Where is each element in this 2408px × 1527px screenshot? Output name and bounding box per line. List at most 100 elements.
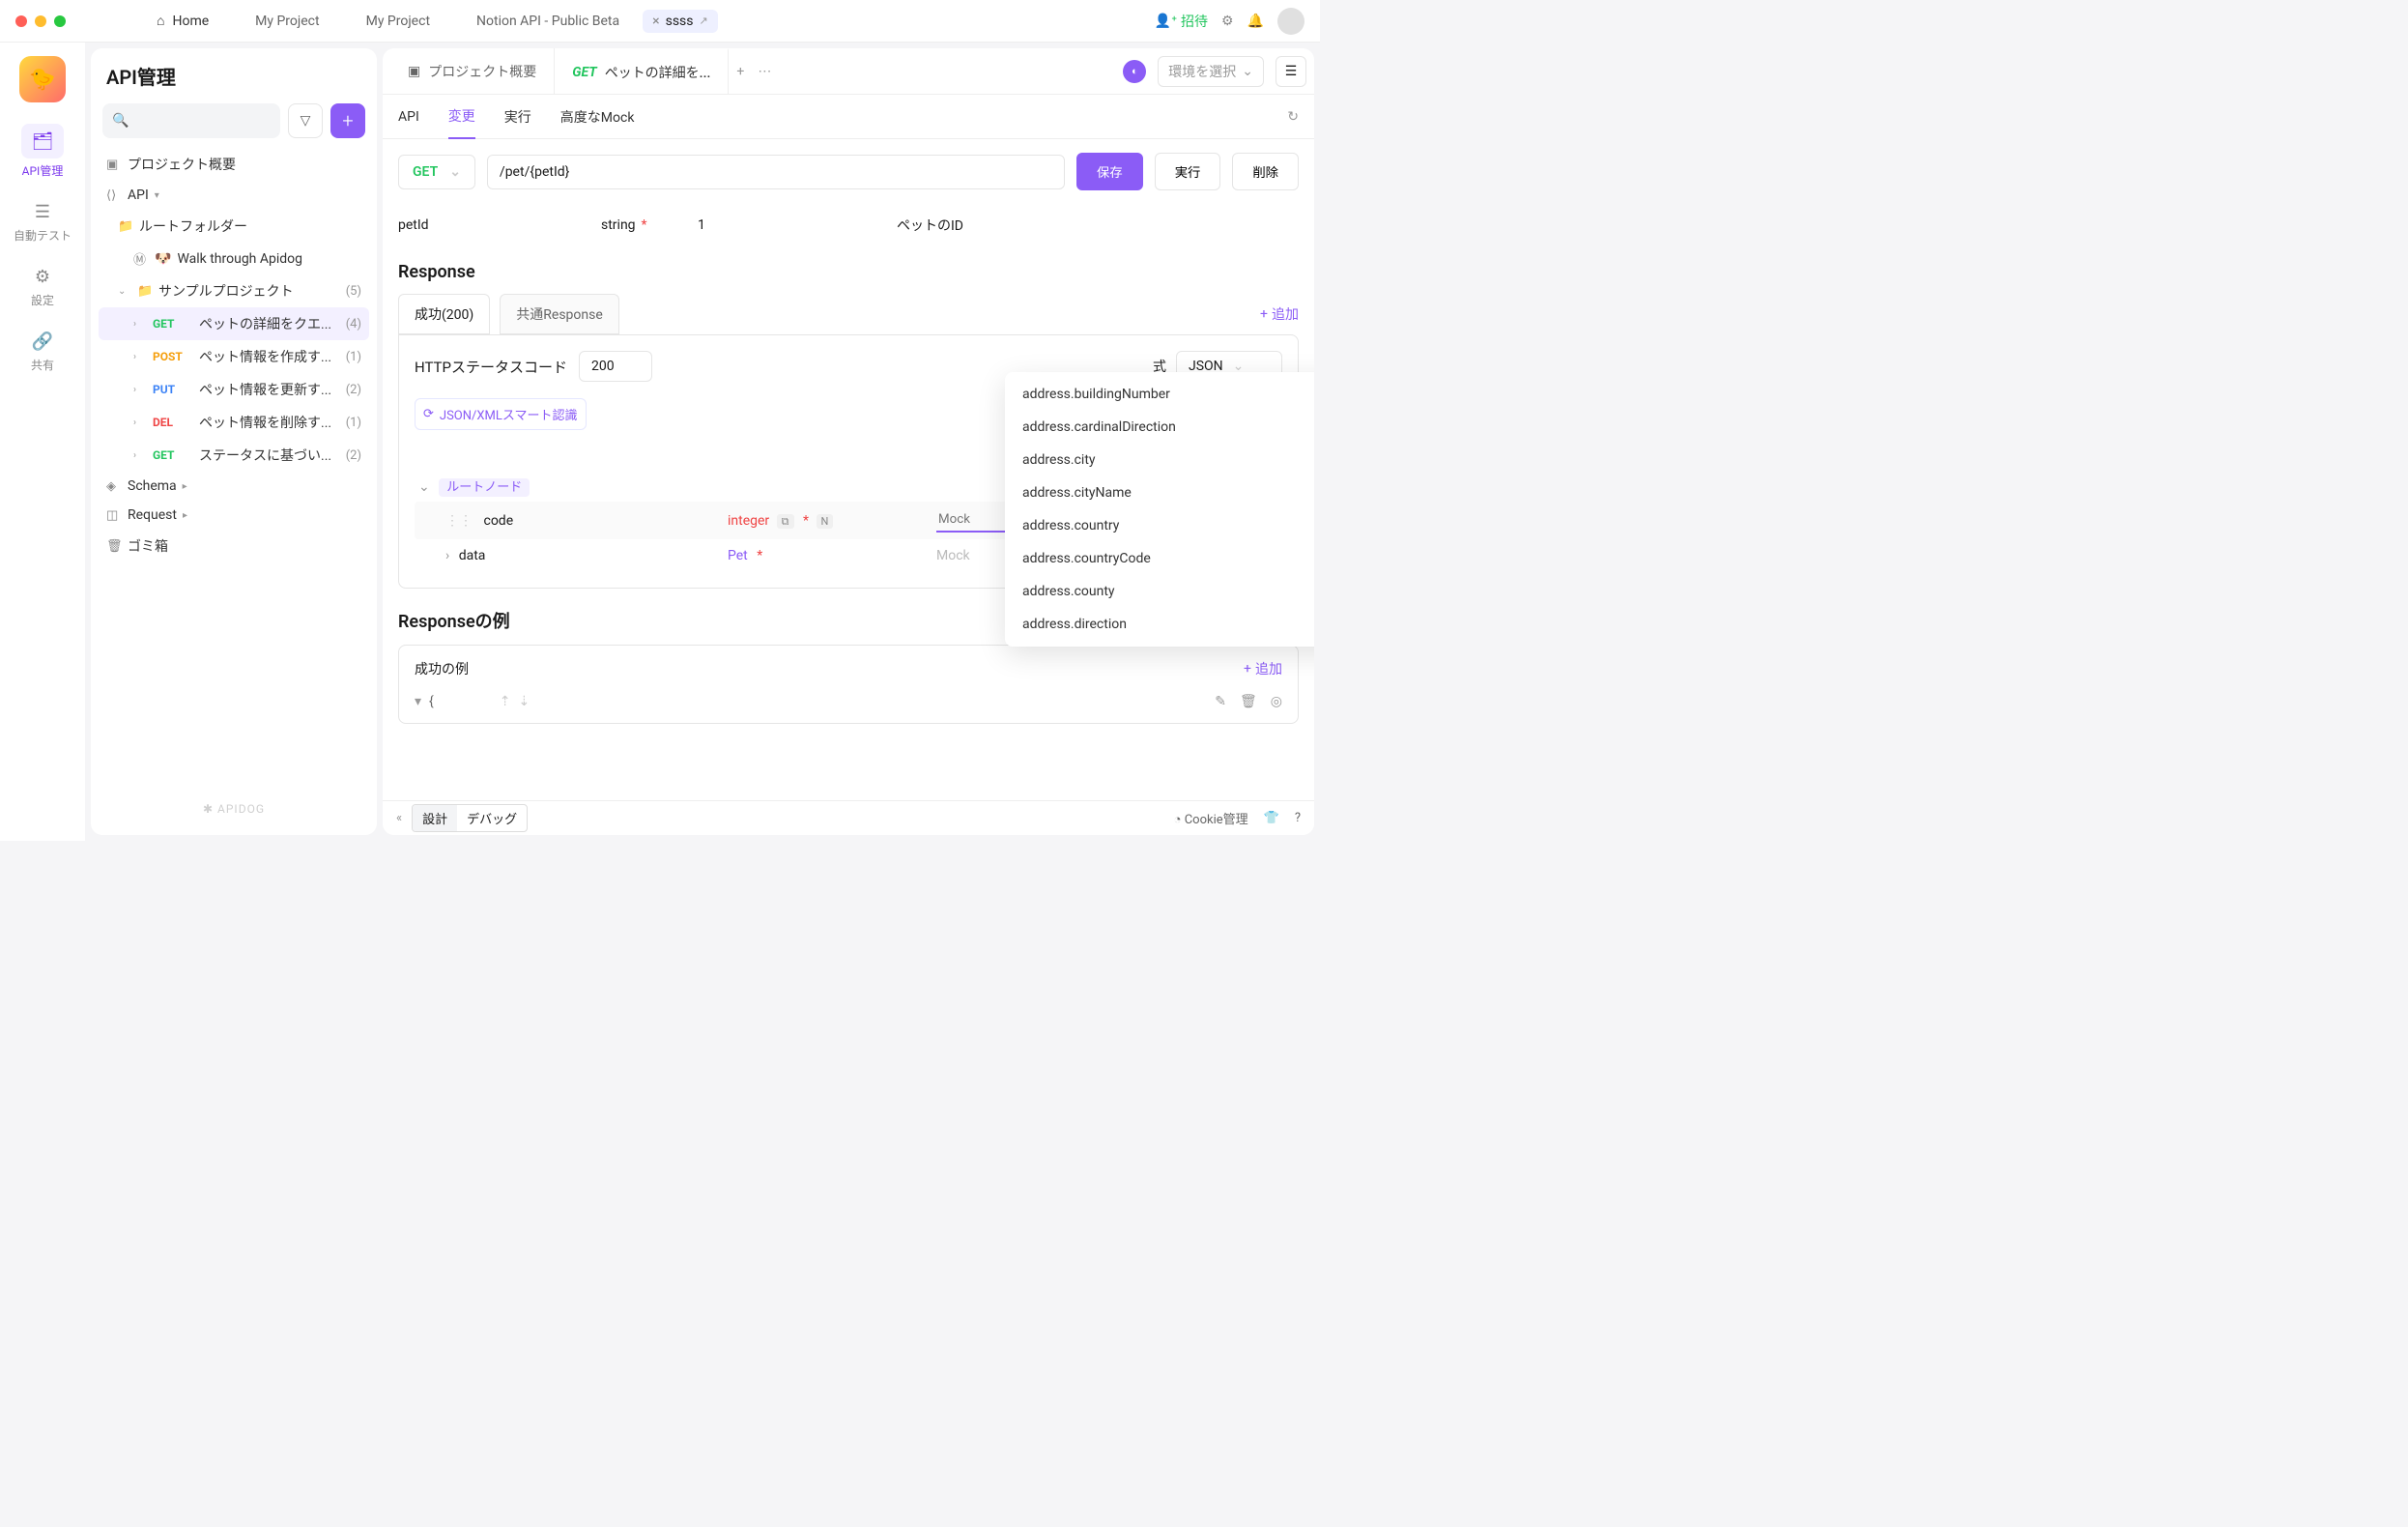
param-sample[interactable]: 1	[698, 217, 897, 233]
collapse-panel-icon[interactable]: «	[396, 811, 402, 825]
param-type[interactable]: string*	[601, 217, 698, 233]
chevron-down-icon[interactable]: ⌄	[118, 286, 131, 297]
tree-endpoint-post-pet[interactable]: › POST ペット情報を作成す... (1)	[99, 340, 369, 373]
filter-button[interactable]: ▽	[288, 103, 323, 138]
autocomplete-item[interactable]: address.countyCounty	[1005, 575, 1314, 608]
sub-tab-mock[interactable]: 高度なMock	[560, 96, 635, 138]
env-select[interactable]: 環境を選択 ⌄	[1158, 56, 1264, 87]
status-code-select[interactable]: 200	[579, 351, 652, 382]
resp-tab-common[interactable]: 共通Response	[500, 294, 619, 334]
chevron-right-icon[interactable]: ›	[133, 385, 147, 395]
rail-share[interactable]: 🔗 共有	[31, 330, 54, 373]
add-response-button[interactable]: + 追加	[1260, 304, 1299, 324]
close-window-button[interactable]	[15, 15, 27, 27]
avatar[interactable]	[1277, 8, 1304, 35]
bell-icon[interactable]: 🔔	[1247, 14, 1264, 29]
tree-request[interactable]: ◫ Request ▸	[99, 501, 369, 530]
help-icon[interactable]: ?	[1295, 811, 1301, 825]
smart-detect-button[interactable]: ⟳ JSON/XMLスマート認識	[415, 398, 587, 430]
add-button[interactable]: +	[330, 103, 365, 138]
chevron-right-icon[interactable]: ›	[133, 418, 147, 428]
save-button[interactable]: 保存	[1076, 153, 1143, 190]
param-name[interactable]: petId	[398, 217, 601, 233]
autocomplete-item[interactable]: address.directionDirection	[1005, 608, 1314, 641]
endpoint-count: (1)	[346, 416, 361, 430]
tree-api-root[interactable]: ⟨⟩ API ▾	[99, 181, 369, 210]
title-tabs: ⌂ Home My Project My Project Notion API …	[133, 7, 1155, 35]
doc-tab-overview[interactable]: ▣ プロジェクト概要	[390, 48, 555, 94]
edit-icon[interactable]: ✎	[1215, 694, 1226, 709]
hamburger-button[interactable]: ☰	[1276, 56, 1306, 87]
tree-endpoint-get-pet[interactable]: › GET ペットの詳細をクエ... (4)	[99, 307, 369, 340]
rail-autotest[interactable]: ☰ 自動テスト	[14, 200, 72, 244]
chevron-right-icon[interactable]: ›	[445, 548, 449, 563]
invite-button[interactable]: 👤⁺ 招待	[1155, 12, 1208, 31]
run-button[interactable]: 実行	[1155, 153, 1221, 190]
tree-overview[interactable]: ▣ プロジェクト概要	[99, 148, 369, 181]
project-tab-3[interactable]: Notion API - Public Beta	[453, 8, 643, 35]
method-select[interactable]: GET ⌄	[398, 155, 475, 189]
doc-tab-endpoint[interactable]: GET ペットの詳細を...	[555, 48, 729, 94]
trash-icon[interactable]: 🗑	[1240, 694, 1257, 709]
mode-design[interactable]: 設計	[413, 805, 457, 831]
autocomplete-item[interactable]: address.countryCountry	[1005, 509, 1314, 542]
autocomplete-item[interactable]: address.cityNameCity Name	[1005, 476, 1314, 509]
maximize-window-button[interactable]	[54, 15, 66, 27]
tree-endpoint-get-status[interactable]: › GET ステータスに基づい... (2)	[99, 439, 369, 472]
tree-root-folder[interactable]: 📁 ルートフォルダー	[99, 210, 369, 243]
field-name[interactable]: code	[483, 513, 513, 529]
shirt-icon[interactable]: 👕	[1264, 811, 1279, 825]
tree-endpoint-del-pet[interactable]: › DEL ペット情報を削除す... (1)	[99, 406, 369, 439]
more-button[interactable]: ⋯	[758, 64, 771, 79]
tree-sample-project[interactable]: ⌄ 📁 サンプルプロジェクト (5)	[99, 274, 369, 307]
url-input[interactable]: /pet/{petId}	[487, 155, 1065, 189]
sidebar-title: API管理	[91, 62, 377, 103]
project-tab-1[interactable]: My Project	[232, 8, 342, 35]
close-icon[interactable]: ×	[652, 14, 659, 29]
tree-root-folder-label: ルートフォルダー	[139, 216, 247, 236]
cookie-link[interactable]: ◔ Cookie管理	[1174, 809, 1248, 827]
autocomplete-item[interactable]: address.buildingNumberBuilding Number	[1005, 378, 1314, 411]
autocomplete-item[interactable]: address.countryCodeCountry Code	[1005, 542, 1314, 575]
chevron-right-icon[interactable]: ›	[133, 352, 147, 362]
preview-icon[interactable]: ◎	[1271, 694, 1282, 709]
sub-tab-run[interactable]: 実行	[504, 96, 531, 138]
drag-handle-icon[interactable]: ⋮⋮	[445, 513, 473, 529]
collapse-up-icon[interactable]: ⇡	[500, 694, 511, 709]
home-tab[interactable]: ⌂ Home	[133, 7, 232, 35]
autocomplete-item[interactable]: address.cardinalDirectionCardinal Direct…	[1005, 411, 1314, 444]
minimize-window-button[interactable]	[35, 15, 46, 27]
sub-tab-change[interactable]: 変更	[448, 95, 475, 139]
field-name[interactable]: data	[459, 548, 486, 563]
chevron-down-icon[interactable]: ▾	[415, 694, 421, 709]
gear-icon[interactable]: ⚙	[1221, 14, 1234, 29]
tree-walkthrough[interactable]: Ⓜ 🐶 Walk through Apidog	[99, 243, 369, 274]
nullable-badge[interactable]: N	[817, 514, 834, 529]
chevron-down-icon[interactable]: ⌄	[418, 479, 430, 495]
delete-button[interactable]: 削除	[1232, 153, 1299, 190]
rail-api-mgmt[interactable]: 🗂 API管理	[21, 124, 64, 179]
new-tab-button[interactable]: +	[736, 64, 744, 79]
search-input[interactable]: 🔍	[102, 103, 280, 138]
chevron-right-icon[interactable]: ›	[133, 450, 147, 461]
collapse-down-icon[interactable]: ⇣	[519, 694, 530, 709]
add-example-button[interactable]: + 追加	[1244, 659, 1282, 678]
pinned-tab[interactable]: × ssss ↗	[643, 10, 718, 33]
mode-debug[interactable]: デバッグ	[457, 805, 527, 831]
field-type[interactable]: integer	[728, 513, 769, 529]
autocomplete-item[interactable]: address.cityCity	[1005, 444, 1314, 476]
method-post-badge: POST	[153, 350, 193, 363]
env-indicator[interactable]: ◐	[1123, 60, 1146, 83]
field-type[interactable]: Pet	[728, 548, 748, 563]
project-tab-2[interactable]: My Project	[343, 8, 453, 35]
tree-schema[interactable]: ◈ Schema ▸	[99, 472, 369, 501]
link-icon[interactable]: ⧉	[777, 514, 794, 529]
chevron-right-icon[interactable]: ›	[133, 319, 147, 330]
rail-settings[interactable]: ⚙ 設定	[31, 265, 54, 308]
resp-tab-success[interactable]: 成功(200)	[398, 294, 490, 334]
tree-trash[interactable]: 🗑 ゴミ箱	[99, 530, 369, 562]
param-desc[interactable]: ペットのID	[897, 216, 1299, 235]
tree-endpoint-put-pet[interactable]: › PUT ペット情報を更新す... (2)	[99, 373, 369, 406]
sub-tab-api[interactable]: API	[398, 98, 419, 136]
history-icon[interactable]: ↻	[1287, 109, 1299, 125]
